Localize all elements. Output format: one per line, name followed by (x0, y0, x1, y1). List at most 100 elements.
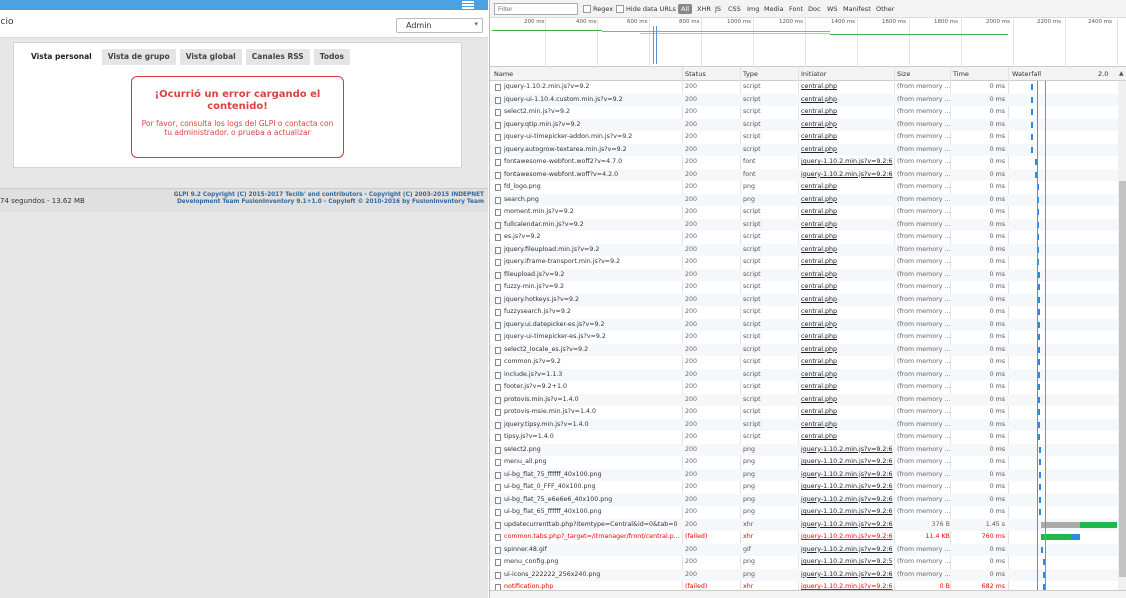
tab-vista-grupo[interactable]: Vista de grupo (101, 49, 176, 65)
request-initiator[interactable]: central.php (801, 206, 894, 219)
request-row[interactable]: tipsy.js?v=1.4.0 200 script central.php (fro… (490, 431, 1118, 444)
request-row[interactable]: footer.js?v=9.2+1.0 200 script central.php(… (490, 381, 1118, 394)
tab-vista-global[interactable]: Vista global (179, 49, 242, 65)
request-initiator[interactable]: central.php (801, 294, 894, 307)
request-initiator[interactable]: central.php (801, 181, 894, 194)
request-row[interactable]: fileupload.js?v=9.2 200 script central.php(… (490, 268, 1118, 282)
request-row[interactable]: select2_locale_es.js?v=9.2 200 script centr… (490, 343, 1118, 356)
request-initiator[interactable]: central.php (801, 256, 894, 269)
breadcrumb[interactable]: icio (0, 17, 13, 27)
request-initiator[interactable]: central.php (801, 319, 894, 332)
request-initiator[interactable]: jquery-1.10.2.min.js?v=9.2:6 (801, 156, 894, 169)
timeline-overview[interactable]: 200 ms 400 ms 600 ms 800 ms 1000 ms 1200… (490, 18, 1126, 67)
request-row[interactable]: menu_config.png 200 png jquery-1.10.2.min.j… (490, 556, 1118, 569)
request-row[interactable]: jquery-ui-1.10.4.custom.min.js?v=9.2 200 s… (490, 93, 1118, 107)
tab-todos[interactable]: Todos (313, 49, 350, 65)
col-status[interactable]: Status (685, 70, 706, 78)
request-row[interactable]: fuzzy-min.js?v=9.2 200 script central.php (f… (490, 281, 1118, 294)
type-filter-ws[interactable]: WS (827, 5, 838, 13)
request-initiator[interactable]: central.php (801, 281, 894, 294)
request-initiator[interactable]: central.php (801, 231, 894, 244)
type-filter-doc[interactable]: Doc (808, 5, 821, 13)
request-initiator[interactable]: central.php (801, 144, 894, 157)
request-row[interactable]: ui-bg_flat_75_e6e6e6_40x100.png 200 png jqu… (490, 493, 1118, 507)
request-row[interactable]: jquery-ui-timepicker-addon.min.js?v=9.2 2… (490, 131, 1118, 144)
request-initiator[interactable]: jquery-1.10.2.min.js?v=9.2:6 (801, 531, 894, 544)
request-initiator[interactable]: jquery-1.10.2.min.js?v=9.2:6 (801, 494, 894, 507)
request-row[interactable]: jquery.tipsy.min.js?v=1.4.0 200 script cent… (490, 418, 1118, 432)
request-row[interactable]: fontawesome-webfont.woff2?v=4.7.0 200 font… (490, 156, 1118, 169)
request-initiator[interactable]: central.php (801, 406, 894, 419)
request-row[interactable]: jquery.hotkeys.js?v=9.2 200 script central.… (490, 293, 1118, 307)
request-initiator[interactable]: central.php (801, 331, 894, 344)
col-size[interactable]: Size (897, 70, 910, 78)
request-initiator[interactable]: central.php (801, 394, 894, 407)
request-initiator[interactable]: jquery-1.10.2.min.js?v=9.2:6 (801, 544, 894, 557)
request-row[interactable]: search.png 200 png central.php (from memory … (490, 193, 1118, 207)
request-row[interactable]: ui-bg_flat_75_ffffff_40x100.png 200 png jqu… (490, 468, 1118, 482)
request-row[interactable]: moment.min.js?v=9.2 200 script central.php(… (490, 206, 1118, 219)
request-initiator[interactable]: central.php (801, 81, 894, 94)
request-row[interactable]: protovis.min.js?v=1.4.0 200 script central.… (490, 393, 1118, 407)
request-initiator[interactable]: jquery-1.10.2.min.js?v=9.2:5 (801, 556, 894, 569)
menu-icon[interactable] (462, 1, 474, 9)
request-row[interactable]: include.js?v=1.1.3 200 script central.php (f… (490, 368, 1118, 382)
tab-vista-personal[interactable]: Vista personal (25, 49, 98, 65)
request-row[interactable]: ui-bg_flat_0_FFF_40x100.png 200 png jquery-… (490, 481, 1118, 494)
col-waterfall[interactable]: Waterfall (1012, 70, 1041, 78)
col-type[interactable]: Type (743, 70, 758, 78)
request-initiator[interactable]: jquery-1.10.2.min.js?v=9.2:6 (801, 481, 894, 494)
request-initiator[interactable]: jquery-1.10.2.min.js?v=9.2:6 (801, 519, 894, 532)
type-filter-font[interactable]: Font (789, 5, 803, 13)
type-filter-xhr[interactable]: XHR (697, 5, 711, 13)
type-filter-manifest[interactable]: Manifest (843, 5, 871, 13)
request-row[interactable]: fuzzysearch.js?v=9.2 200 script central.php… (490, 306, 1118, 319)
request-row[interactable]: es.js?v=9.2 200 script central.php (from mem… (490, 231, 1118, 244)
col-time[interactable]: Time (953, 70, 969, 78)
request-row[interactable]: jquery-1.10.2.min.js?v=9.2 200 script centr… (490, 81, 1118, 94)
col-name[interactable]: Name (494, 70, 513, 78)
scroll-up-arrow-icon[interactable]: ▲ (1119, 70, 1124, 77)
request-row[interactable]: ui-icons_222222_256x240.png 200 png jquery-… (490, 568, 1118, 582)
scrollbar-thumb[interactable] (1119, 181, 1126, 577)
request-initiator[interactable]: jquery-1.10.2.min.js?v=9.2:6 (801, 169, 894, 182)
type-filter-css[interactable]: CSS (728, 5, 741, 13)
request-initiator[interactable]: central.php (801, 244, 894, 257)
request-row[interactable]: jquery-ui-timepicker-es.js?v=9.2 200 scrip… (490, 331, 1118, 344)
tab-canales-rss[interactable]: Canales RSS (245, 49, 310, 65)
request-row[interactable]: spinner.48.gif 200 gif jquery-1.10.2.min.js… (490, 543, 1118, 557)
type-filter-all[interactable]: All (678, 4, 693, 14)
request-row[interactable]: common.tabs.php?_target=/itmanager/front… (490, 531, 1118, 544)
request-row[interactable]: jquery.qtip.min.js?v=9.2 200 script central… (490, 118, 1118, 132)
request-initiator[interactable]: jquery-1.10.2.min.js?v=9.2:6 (801, 469, 894, 482)
vertical-scrollbar[interactable] (1118, 81, 1126, 598)
request-row[interactable]: fullcalendar.min.js?v=9.2 200 script centra… (490, 218, 1118, 232)
request-row[interactable]: jquery.iframe-transport.min.js?v=9.2 200 s… (490, 256, 1118, 269)
regex-checkbox[interactable] (583, 5, 591, 13)
request-initiator[interactable]: central.php (801, 369, 894, 382)
request-initiator[interactable]: central.php (801, 419, 894, 432)
request-initiator[interactable]: jquery-1.10.2.min.js?v=9.2:6 (801, 444, 894, 457)
request-initiator[interactable]: central.php (801, 219, 894, 232)
request-initiator[interactable]: jquery-1.10.2.min.js?v=9.2:6 (801, 456, 894, 469)
request-initiator[interactable]: central.php (801, 194, 894, 207)
request-row[interactable]: updatecurrenttab.php?itemtype=Central&id… (490, 518, 1118, 532)
request-initiator[interactable]: central.php (801, 94, 894, 107)
request-row[interactable]: fd_logo.png 200 png central.php (from memory… (490, 181, 1118, 194)
hide-data-urls-checkbox[interactable] (616, 5, 624, 13)
request-row[interactable]: common.js?v=9.2 200 script central.php (from… (490, 356, 1118, 369)
request-row[interactable]: jquery.autogrow-textarea.min.js?v=9.2 200… (490, 143, 1118, 157)
request-initiator[interactable]: central.php (801, 381, 894, 394)
request-initiator[interactable]: central.php (801, 119, 894, 132)
col-initiator[interactable]: Initiator (801, 70, 826, 78)
request-initiator[interactable]: central.php (801, 356, 894, 369)
copyright-text[interactable]: GLPI 9.2 Copyright (C) 2015-2017 Teclib'… (134, 192, 484, 206)
request-row[interactable]: protovis-msie.min.js?v=1.4.0 200 script cen… (490, 406, 1118, 419)
request-initiator[interactable]: central.php (801, 269, 894, 282)
request-initiator[interactable]: jquery-1.10.2.min.js?v=9.2:6 (801, 569, 894, 582)
type-filter-img[interactable]: Img (747, 5, 759, 13)
request-initiator[interactable]: central.php (801, 431, 894, 444)
request-initiator[interactable]: jquery-1.10.2.min.js?v=9.2:6 (801, 506, 894, 519)
profile-select[interactable]: Admin ▾ (396, 18, 483, 33)
request-row[interactable]: ui-bg_flat_65_ffffff_40x100.png 200 png jqu… (490, 506, 1118, 519)
